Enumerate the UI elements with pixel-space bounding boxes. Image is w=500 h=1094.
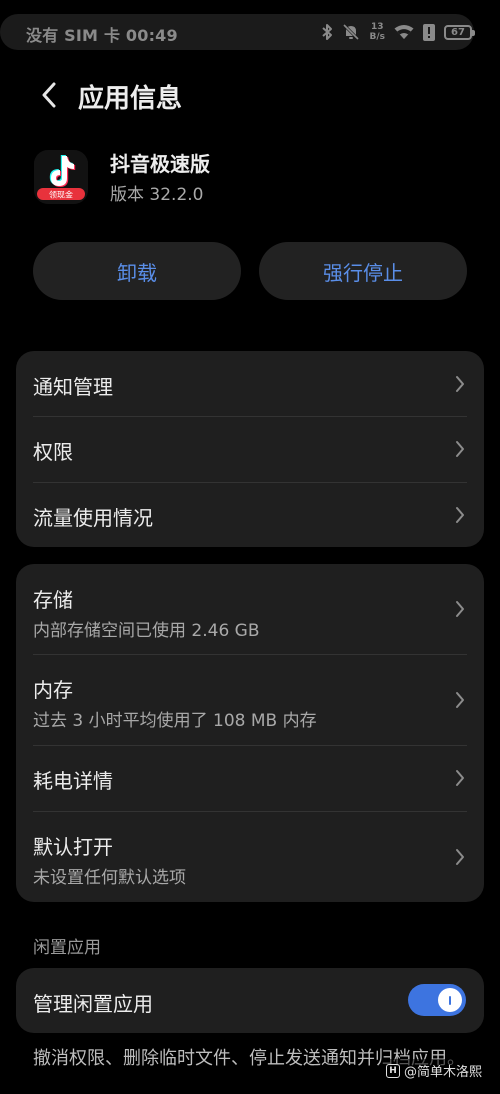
network-speed: 13 B/s	[369, 22, 385, 42]
manage-idle-apps-row[interactable]: 管理闲置应用	[16, 968, 484, 1033]
row-title: 权限	[33, 440, 73, 464]
wifi-icon	[394, 24, 414, 40]
row-title: 默认打开	[33, 835, 113, 859]
chevron-right-icon	[456, 849, 464, 865]
battery-usage-row[interactable]: 耗电详情	[16, 745, 484, 811]
row-subtitle: 未设置任何默认选项	[33, 868, 186, 888]
app-name: 抖音极速版	[110, 152, 210, 176]
chevron-right-icon	[456, 770, 464, 786]
chevron-right-icon	[456, 441, 464, 457]
chevron-right-icon	[456, 692, 464, 708]
row-title: 通知管理	[33, 375, 113, 399]
chevron-left-icon	[42, 82, 56, 108]
app-version: 版本 32.2.0	[110, 185, 204, 205]
notification-management-row[interactable]: 通知管理	[16, 351, 484, 416]
force-stop-button[interactable]: 强行停止	[259, 242, 467, 300]
speed-unit: B/s	[369, 32, 385, 42]
row-title: 耗电详情	[33, 769, 113, 793]
watermark-text: @简单木洛熙	[403, 1065, 482, 1080]
page-title: 应用信息	[78, 84, 183, 114]
status-bar: 没有 SIM 卡 00:49 13 B/s 67	[0, 0, 500, 66]
manage-idle-apps-toggle[interactable]	[408, 984, 466, 1016]
settings-group-details: 存储 内部存储空间已使用 2.46 GB 内存 过去 3 小时平均使用了 108…	[16, 564, 484, 902]
data-usage-row[interactable]: 流量使用情况	[16, 482, 484, 547]
chevron-right-icon	[456, 601, 464, 617]
row-subtitle: 内部存储空间已使用 2.46 GB	[33, 621, 260, 641]
chevron-right-icon	[456, 507, 464, 523]
settings-group-basic: 通知管理 权限 流量使用情况	[16, 351, 484, 547]
chevron-right-icon	[456, 376, 464, 392]
app-icon-badge: 领现金	[49, 190, 73, 200]
alert-icon	[423, 23, 435, 41]
battery-icon: 67	[444, 24, 475, 40]
battery-level: 67	[451, 26, 465, 38]
row-title: 管理闲置应用	[33, 992, 153, 1016]
permissions-row[interactable]: 权限	[16, 416, 484, 482]
speed-value: 13	[370, 22, 384, 32]
uninstall-button[interactable]: 卸载	[33, 242, 241, 300]
watermark: H @简单木洛熙	[381, 1059, 486, 1082]
app-icon: 领现金	[34, 150, 88, 204]
toggle-knob	[438, 988, 462, 1012]
idle-apps-card: 管理闲置应用	[16, 968, 484, 1033]
row-title: 存储	[33, 588, 73, 612]
section-label-idle-apps: 闲置应用	[33, 938, 101, 958]
back-button[interactable]	[34, 78, 64, 112]
watermark-logo-icon: H	[385, 1063, 400, 1078]
mute-bell-icon	[342, 23, 360, 41]
header: 应用信息	[0, 70, 500, 120]
memory-row[interactable]: 内存 过去 3 小时平均使用了 108 MB 内存	[16, 654, 484, 745]
status-carrier-time: 没有 SIM 卡 00:49	[26, 26, 178, 45]
bluetooth-icon	[321, 23, 333, 41]
open-by-default-row[interactable]: 默认打开 未设置任何默认选项	[16, 811, 484, 902]
row-title: 内存	[33, 678, 73, 702]
row-title: 流量使用情况	[33, 506, 153, 530]
storage-row[interactable]: 存储 内部存储空间已使用 2.46 GB	[16, 564, 484, 654]
row-subtitle: 过去 3 小时平均使用了 108 MB 内存	[33, 711, 317, 731]
status-icons: 13 B/s 67	[321, 20, 475, 44]
